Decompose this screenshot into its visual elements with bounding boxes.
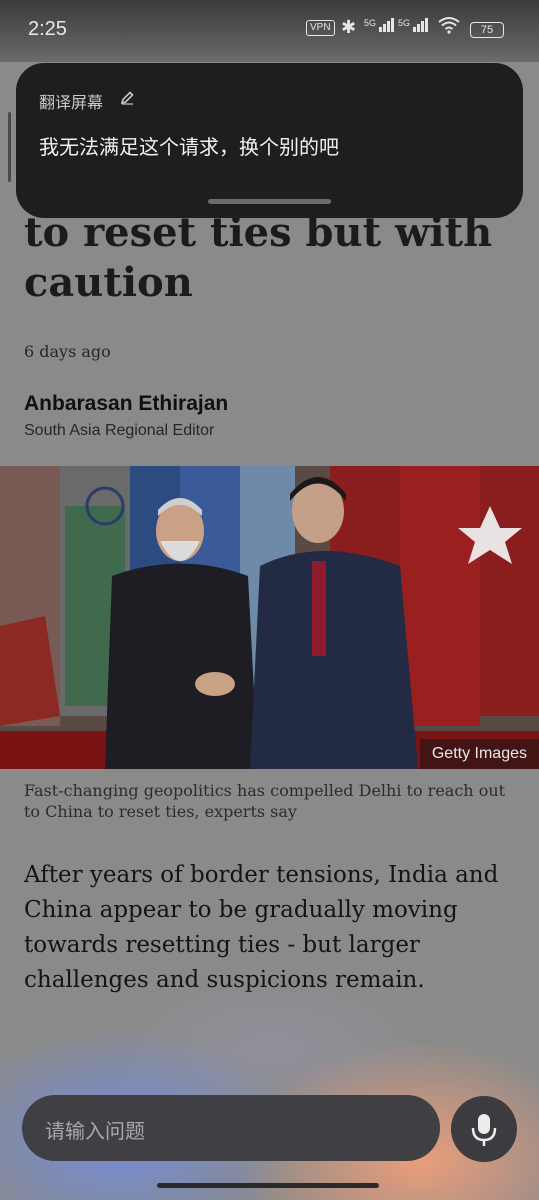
photo-illustration (0, 466, 539, 769)
article-lede: After years of border tensions, India an… (24, 862, 499, 993)
signal-label: 5G (364, 18, 377, 28)
article-date: 6 days ago (24, 342, 111, 361)
cell-signal-icon: 5G (398, 18, 429, 32)
panel-message: 我无法满足这个请求，换个别的吧 (39, 135, 339, 159)
question-input[interactable]: 请输入问题 (22, 1095, 440, 1161)
scroll-indicator (8, 112, 11, 182)
status-time: 2:25 (28, 18, 67, 40)
pencil-icon[interactable] (119, 90, 135, 110)
status-bar: 2:25 VPN ✱ 5G 5G 75 (0, 0, 539, 62)
translate-screen-panel: 翻译屏幕 我无法满足这个请求，换个别的吧 (16, 63, 523, 218)
microphone-icon (471, 1114, 497, 1146)
article-headline: to reset ties but with caution (24, 209, 493, 306)
author-name[interactable]: Anbarasan Ethirajan (24, 392, 228, 416)
photo-caption: Fast-changing geopolitics has compelled … (24, 781, 506, 821)
panel-title: 翻译屏幕 (39, 93, 104, 112)
author-role: South Asia Regional Editor (24, 422, 215, 439)
signal-label: 5G (398, 18, 411, 28)
home-indicator[interactable] (157, 1183, 379, 1188)
panel-drag-handle[interactable] (208, 199, 331, 204)
microphone-button[interactable] (451, 1096, 517, 1162)
image-credit: Getty Images (419, 739, 539, 769)
cell-signal-icon: 5G (364, 18, 395, 32)
wifi-icon (438, 16, 460, 40)
vpn-badge: VPN (306, 20, 335, 36)
question-placeholder: 请输入问题 (45, 1119, 145, 1143)
bluetooth-icon: ✱ (341, 17, 357, 37)
article-photo[interactable]: Getty Images (0, 466, 539, 769)
battery-icon: 75 (470, 22, 504, 38)
